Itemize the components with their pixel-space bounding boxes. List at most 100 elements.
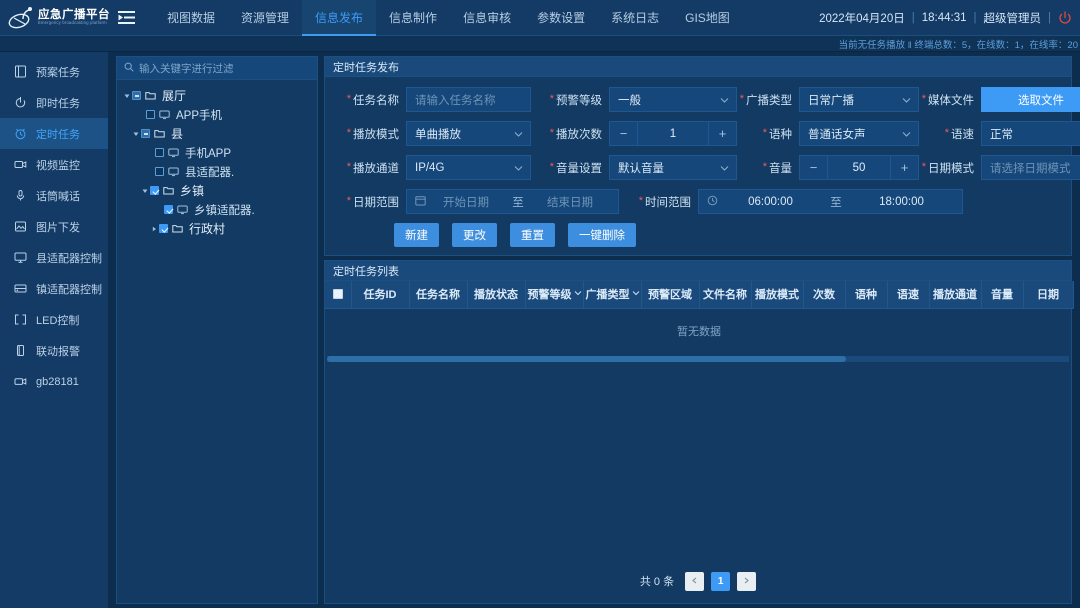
required-mark: *	[347, 162, 351, 173]
tree-checkbox-5[interactable]	[150, 186, 159, 195]
sidebar-item-plan-task[interactable]: 预案任务	[0, 56, 108, 87]
table-header-select-all[interactable]	[325, 281, 351, 308]
sidebar-item-linkage-alarm[interactable]: 联动报警	[0, 335, 108, 366]
nav-item-7[interactable]: GIS地图	[672, 0, 743, 36]
volume-setting-select[interactable]: 默认音量	[609, 155, 737, 180]
nav-item-3[interactable]: 信息制作	[376, 0, 450, 36]
tree-node-6[interactable]: 乡镇适配器.	[117, 200, 317, 219]
chevron-right-icon[interactable]	[148, 226, 159, 232]
tree-checkbox-6[interactable]	[164, 205, 173, 214]
pagination-prev-button[interactable]	[685, 572, 704, 591]
tree-node-0[interactable]: 展厅	[117, 86, 317, 105]
form-row-1: * 任务名称 请输入任务名称 * 预警等级 一般	[331, 87, 1065, 112]
table-header-play-channel: 播放通道	[929, 281, 981, 308]
tree-checkbox-4[interactable]	[155, 167, 164, 176]
warn-level-select[interactable]: 一般	[609, 87, 737, 112]
nav-item-6[interactable]: 系统日志	[598, 0, 672, 36]
field-volume-setting: * 音量设置 默认音量	[531, 155, 737, 180]
gb28181-icon	[14, 375, 27, 388]
logo-subtitle: Emergency broadcasting platform	[38, 21, 110, 25]
volume-increment[interactable]: +	[890, 156, 918, 179]
linkage-alarm-icon	[14, 344, 27, 357]
speed-select[interactable]: 正常	[981, 121, 1080, 146]
field-date-range: * 日期范围 开始日期 至 结束日期	[331, 189, 626, 214]
sidebar-item-instant-task[interactable]: 即时任务	[0, 87, 108, 118]
calendar-icon	[415, 195, 426, 209]
select-all-checkbox[interactable]	[333, 289, 343, 299]
play-mode-select[interactable]: 单曲播放	[406, 121, 531, 146]
tree-checkbox-0[interactable]	[132, 91, 141, 100]
task-list-card: 定时任务列表 任务ID 任务名称	[324, 260, 1072, 604]
tree-checkbox-1[interactable]	[146, 110, 155, 119]
language-select[interactable]: 普通话女声	[799, 121, 919, 146]
table-horizontal-scrollbar[interactable]	[327, 356, 1069, 362]
field-time-range: * 时间范围 06:00:00 至 18:00:00	[626, 189, 966, 214]
tree-checkbox-2[interactable]	[141, 129, 150, 138]
label-text: 媒体文件	[928, 92, 974, 108]
pagination-next-button[interactable]	[737, 572, 756, 591]
play-times-stepper[interactable]: − 1 +	[609, 121, 737, 146]
date-range-start: 开始日期	[426, 194, 506, 210]
date-range-picker[interactable]: 开始日期 至 结束日期	[406, 189, 619, 214]
delete-all-button[interactable]: 一键删除	[568, 223, 636, 247]
power-icon[interactable]	[1058, 11, 1072, 25]
tree-node-3[interactable]: 手机APP	[117, 143, 317, 162]
tree-search-box[interactable]: 输入关键字进行过滤	[117, 57, 317, 80]
broadcast-type-value: 日常广播	[808, 92, 854, 108]
warn-level-filter[interactable]: 预警等级	[528, 286, 582, 302]
nav-item-1[interactable]: 资源管理	[228, 0, 302, 36]
tree-body: 展厅 APP手机 县 手机A	[117, 80, 317, 603]
nav-item-5[interactable]: 参数设置	[524, 0, 598, 36]
volume-stepper[interactable]: − 50 +	[799, 155, 919, 180]
table-header-warn-level[interactable]: 预警等级	[525, 281, 583, 308]
update-button[interactable]: 更改	[452, 223, 497, 247]
play-times-increment[interactable]: +	[708, 122, 736, 145]
sidebar-item-led-control[interactable]: LED控制	[0, 304, 108, 335]
label-play-mode: * 播放模式	[331, 126, 406, 142]
play-times-decrement[interactable]: −	[610, 122, 638, 145]
menu-collapse-icon[interactable]	[112, 10, 140, 25]
date-mode-select[interactable]: 请选择日期模式	[981, 155, 1080, 180]
sidebar-item-gb28181[interactable]: gb28181	[0, 366, 108, 397]
task-name-input[interactable]: 请输入任务名称	[406, 87, 531, 112]
broadcast-type-filter[interactable]: 广播类型	[586, 286, 640, 302]
sidebar-item-image-send[interactable]: 图片下发	[0, 211, 108, 242]
tree-node-2[interactable]: 县	[117, 124, 317, 143]
video-monitor-icon	[14, 158, 27, 171]
pagination-page-1[interactable]: 1	[711, 572, 730, 591]
tree-node-5[interactable]: 乡镇	[117, 181, 317, 200]
tree-node-1[interactable]: APP手机	[117, 105, 317, 124]
broadcast-type-select[interactable]: 日常广播	[799, 87, 919, 112]
scrollbar-thumb[interactable]	[327, 356, 846, 362]
tree-node-7[interactable]: 行政村	[117, 219, 317, 238]
sidebar-item-microphone[interactable]: 话筒喊话	[0, 180, 108, 211]
select-file-button[interactable]: 选取文件	[981, 87, 1080, 112]
nav-item-0[interactable]: 视图数据	[154, 0, 228, 36]
table-header-broadcast-type[interactable]: 广播类型	[583, 281, 641, 308]
logo-text: 应急广播平台 Emergency broadcasting platform	[38, 9, 110, 25]
tree-checkbox-7[interactable]	[159, 224, 168, 233]
chevron-down-icon[interactable]	[139, 188, 150, 194]
play-channel-select[interactable]: IP/4G	[406, 155, 531, 180]
chevron-down-icon	[720, 163, 729, 172]
sidebar-label-6: 县适配器控制	[36, 250, 102, 266]
tree-node-4[interactable]: 县适配器.	[117, 162, 317, 181]
sidebar-item-county-adapter[interactable]: 县适配器控制	[0, 242, 108, 273]
chevron-down-icon[interactable]	[130, 131, 141, 137]
sidebar-item-video-monitor[interactable]: 视频监控	[0, 149, 108, 180]
town-adapter-icon	[14, 282, 27, 295]
tree-label-3: 手机APP	[185, 145, 231, 161]
create-button[interactable]: 新建	[394, 223, 439, 247]
reset-button[interactable]: 重置	[510, 223, 555, 247]
time-range-start: 06:00:00	[718, 196, 823, 208]
time-range-picker[interactable]: 06:00:00 至 18:00:00	[698, 189, 963, 214]
terminal-status-bar: 当前无任务播放 ‖ 终端总数：5，在线数：1，在线率：20	[0, 36, 1080, 52]
tree-checkbox-3[interactable]	[155, 148, 164, 157]
sidebar-item-timed-task[interactable]: 定时任务	[0, 118, 108, 149]
sidebar-item-town-adapter[interactable]: 镇适配器控制	[0, 273, 108, 304]
volume-decrement[interactable]: −	[800, 156, 828, 179]
current-time: 18:44:31	[922, 12, 967, 24]
chevron-down-icon[interactable]	[121, 93, 132, 99]
nav-item-2[interactable]: 信息发布	[302, 0, 376, 36]
nav-item-4[interactable]: 信息审核	[450, 0, 524, 36]
